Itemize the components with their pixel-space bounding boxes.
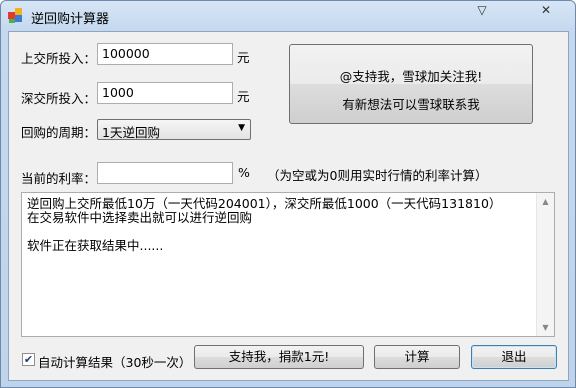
app-window: 逆回购计算器 ▽ ✕ 上交所投入： 100000 元 深交所投入： 1000 元… [0, 0, 576, 388]
title-bar[interactable]: 逆回购计算器 ▽ ✕ [1, 1, 575, 31]
rate-input[interactable] [97, 162, 233, 184]
auto-calc-label: 自动计算结果（30秒一次） [38, 355, 192, 370]
scroll-up-icon[interactable]: ▲ [537, 193, 554, 210]
sz-investment-input[interactable]: 1000 [97, 82, 233, 104]
result-textarea[interactable]: 逆回购上交所最低10万（一天代码204001），深交所最低1000（一天代码13… [21, 192, 555, 337]
sz-unit: 元 [237, 89, 250, 104]
rate-unit: % [238, 165, 250, 180]
rate-note: （为空或为0则用实时行情的利率计算） [267, 168, 488, 183]
sz-investment-label: 深交所投入： [21, 91, 97, 106]
promo-line-1: @支持我，雪球加关注我! [339, 69, 483, 84]
close-icon[interactable]: ✕ [533, 3, 559, 19]
scroll-down-icon[interactable]: ▼ [537, 319, 554, 336]
period-select[interactable]: 1天逆回购 ▼ [97, 119, 251, 140]
promo-line-2: 有新想法可以雪球联系我 [342, 97, 480, 112]
client-area: 上交所投入： 100000 元 深交所投入： 1000 元 回购的周期： 1天逆… [8, 31, 569, 381]
donate-button[interactable]: 支持我，捐款1元! [194, 345, 364, 369]
rate-label: 当前的利率： [21, 171, 97, 186]
calculate-button[interactable]: 计算 [374, 345, 460, 369]
vertical-scrollbar[interactable]: ▲ ▼ [536, 193, 554, 336]
auto-calc-checkbox[interactable]: ✔ [22, 353, 35, 366]
period-selected-value: 1天逆回购 [102, 125, 160, 140]
follow-promo-button[interactable]: @支持我，雪球加关注我! 有新想法可以雪球联系我 [289, 44, 533, 124]
window-title: 逆回购计算器 [31, 12, 110, 27]
sh-investment-label: 上交所投入： [21, 51, 97, 66]
result-text: 逆回购上交所最低10万（一天代码204001），深交所最低1000（一天代码13… [27, 196, 502, 253]
sh-unit: 元 [237, 50, 250, 65]
exit-button[interactable]: 退出 [471, 345, 557, 369]
sh-investment-input[interactable]: 100000 [97, 43, 233, 65]
app-icon [7, 6, 25, 24]
window-menu-icon[interactable]: ▽ [469, 3, 495, 19]
chevron-down-icon: ▼ [238, 123, 245, 133]
period-label: 回购的周期： [21, 125, 97, 140]
